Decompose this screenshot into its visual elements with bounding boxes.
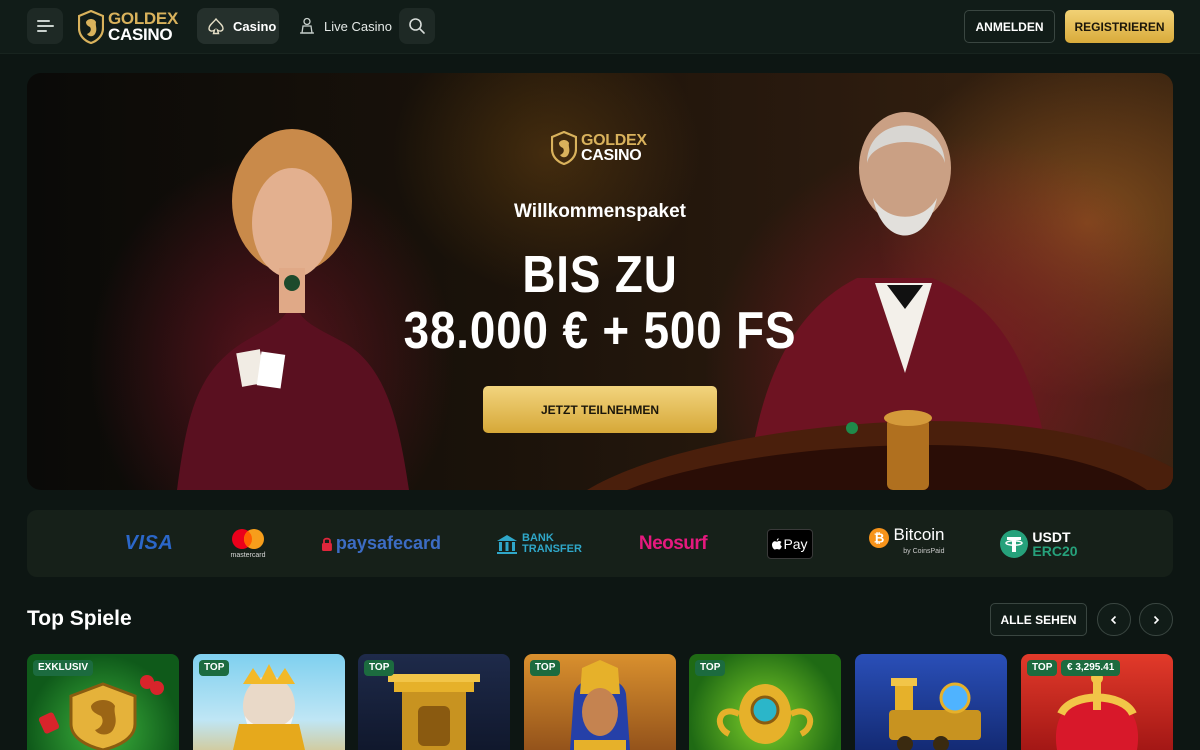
chevron-right-icon bbox=[1153, 615, 1160, 624]
game-thumbnail bbox=[889, 678, 981, 750]
mastercard-icon bbox=[232, 529, 264, 549]
search-button[interactable] bbox=[399, 8, 435, 44]
menu-button[interactable] bbox=[27, 8, 63, 44]
payment-methods-bar: VISA mastercard paysafecard BANK TRANSFE… bbox=[27, 510, 1173, 577]
bitcoin-icon: ₿ bbox=[869, 528, 890, 548]
bank-label-line1: BANK bbox=[522, 531, 554, 544]
card-badge: TOP bbox=[530, 660, 561, 676]
tether-icon bbox=[1000, 529, 1029, 558]
game-card[interactable]: TOP bbox=[358, 654, 510, 750]
nav-tab-casino-label: Casino bbox=[233, 18, 277, 34]
usdt-label: USDT bbox=[1032, 528, 1071, 545]
hero-logo: GOLDEX CASINO bbox=[551, 130, 651, 166]
visa-logo: VISA bbox=[119, 510, 179, 577]
card-badge: TOP bbox=[199, 660, 230, 676]
menu-icon-bar bbox=[37, 30, 47, 32]
dealer-icon bbox=[300, 17, 314, 34]
bank-icon bbox=[497, 534, 518, 554]
visa-label: VISA bbox=[124, 532, 174, 554]
nav-tab-live-casino[interactable]: Live Casino bbox=[290, 8, 392, 44]
lion-shield-icon bbox=[551, 131, 577, 165]
usdt-logo: USDT ERC20 bbox=[997, 510, 1081, 577]
bank-transfer-logo: BANK TRANSFER bbox=[493, 510, 585, 577]
jackpot-badge: € 3,295.41 bbox=[1061, 660, 1121, 676]
login-button[interactable]: ANMELDEN bbox=[964, 10, 1055, 43]
logo-line2: CASINO bbox=[108, 25, 173, 44]
paysafecard-label: paysafecard bbox=[335, 533, 441, 553]
spade-icon bbox=[208, 17, 224, 35]
site-logo[interactable]: GOLDEX CASINO bbox=[78, 9, 178, 45]
hero-banner[interactable]: GOLDEX CASINO Willkommenspaket BIS ZU 38… bbox=[27, 73, 1173, 490]
menu-icon bbox=[37, 20, 50, 22]
lion-shield-icon bbox=[78, 10, 104, 44]
game-card[interactable]: TOP bbox=[689, 654, 841, 750]
join-now-button[interactable]: JETZT TEILNEHMEN bbox=[483, 386, 717, 433]
register-button[interactable]: REGISTRIEREN bbox=[1065, 10, 1174, 43]
top-games-title: Top Spiele bbox=[27, 607, 132, 630]
apple-pay-logo: Pay bbox=[767, 510, 813, 577]
game-card[interactable]: TOP bbox=[524, 654, 676, 750]
apple-icon bbox=[772, 537, 783, 549]
svg-text:₿: ₿ bbox=[874, 531, 885, 546]
bitcoin-label: Bitcoin bbox=[893, 525, 945, 544]
game-card[interactable]: EXKLUSIV bbox=[27, 654, 179, 750]
game-card[interactable]: TOP € 3,295.41 bbox=[1021, 654, 1173, 750]
bank-label-line2: TRANSFER bbox=[522, 542, 582, 555]
bitcoin-logo: ₿ Bitcoin by CoinsPaid bbox=[865, 510, 949, 577]
hero-logo-line1: GOLDEX bbox=[581, 132, 647, 149]
hero-logo-line2: CASINO bbox=[581, 147, 642, 164]
lock-icon bbox=[321, 537, 332, 551]
prev-button[interactable] bbox=[1097, 603, 1131, 636]
hero-title-line2: 38.000 € + 500 FS bbox=[403, 302, 797, 360]
chevron-left-icon bbox=[1110, 615, 1117, 624]
neosurf-label: Neosurf bbox=[638, 532, 708, 554]
mastercard-label: mastercard bbox=[230, 552, 266, 559]
card-badge: TOP bbox=[695, 660, 726, 676]
see-all-button[interactable]: ALLE SEHEN bbox=[990, 603, 1087, 636]
hero-subtitle: Willkommenspaket bbox=[514, 201, 686, 222]
game-card[interactable] bbox=[855, 654, 1007, 750]
nav-tab-casino[interactable]: Casino bbox=[197, 8, 279, 44]
neosurf-logo: Neosurf bbox=[633, 510, 713, 577]
paysafecard-logo: paysafecard bbox=[321, 510, 441, 577]
game-card[interactable]: TOP bbox=[193, 654, 345, 750]
apple-pay-label: Pay bbox=[783, 535, 808, 552]
next-button[interactable] bbox=[1139, 603, 1173, 636]
card-badge: EXKLUSIV bbox=[33, 660, 94, 676]
menu-icon-bar bbox=[37, 25, 54, 27]
card-badge: TOP bbox=[364, 660, 395, 676]
mastercard-logo: mastercard bbox=[225, 510, 271, 577]
top-header: GOLDEX CASINO Casino Live Casino ANMELDE… bbox=[0, 0, 1200, 54]
erc20-label: ERC20 bbox=[1032, 542, 1078, 559]
search-icon bbox=[409, 18, 425, 34]
nav-tab-live-casino-label: Live Casino bbox=[324, 18, 392, 34]
card-badge: TOP bbox=[1027, 660, 1058, 676]
bitcoin-sublabel: by CoinsPaid bbox=[903, 548, 945, 555]
hero-title-line1: BIS ZU bbox=[522, 246, 678, 304]
